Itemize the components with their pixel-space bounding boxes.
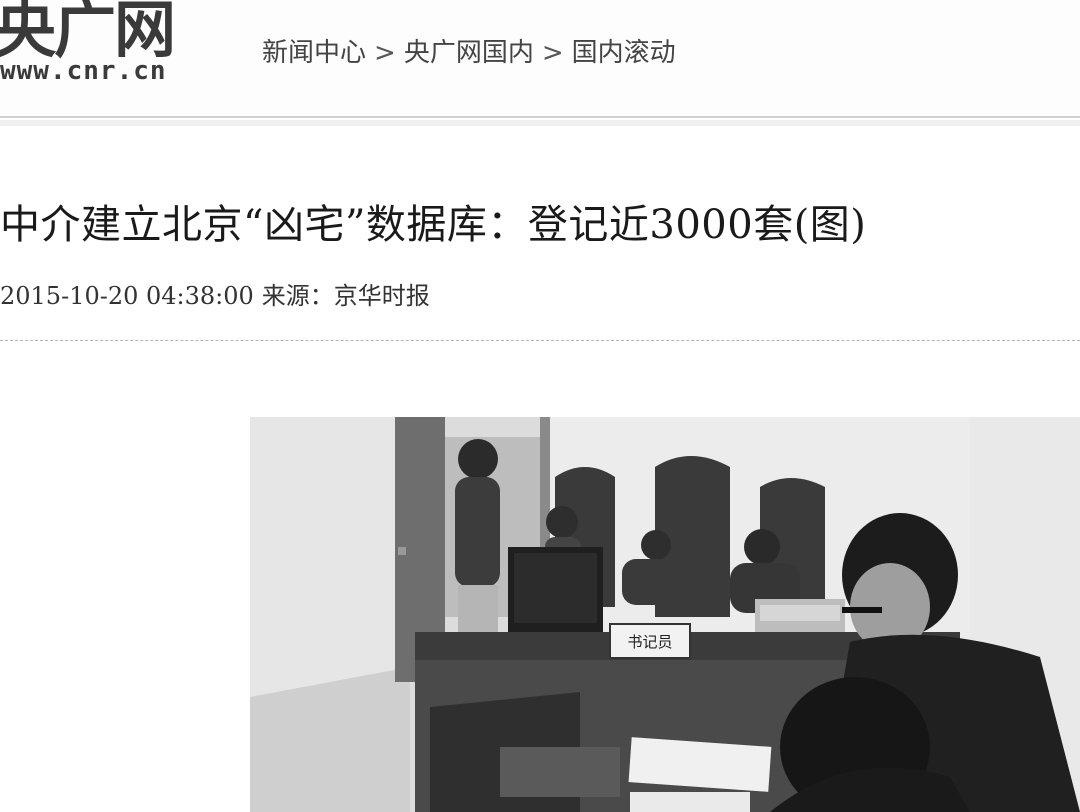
site-header: 央广网 www.cnr.cn 新闻中心 > 央广网国内 > 国内滚动 (0, 0, 1080, 118)
source-label: 来源： (261, 282, 334, 310)
page: 央广网 www.cnr.cn 新闻中心 > 央广网国内 > 国内滚动 中介建立北京“凶宅… (0, 0, 1080, 812)
article-meta: 2015-10-20 04:38:00 来源：京华时报 (0, 276, 430, 311)
breadcrumb-news-center[interactable]: 新闻中心 (262, 38, 366, 68)
breadcrumb: 新闻中心 > 央广网国内 > 国内滚动 (262, 32, 676, 69)
breadcrumb-separator: > (541, 38, 564, 68)
article-title: 中介建立北京“凶宅”数据库：登记近3000套(图) (0, 202, 867, 248)
logo-url: www.cnr.cn (0, 56, 167, 86)
article-source: 京华时报 (333, 282, 430, 310)
header-shadow-bar (0, 120, 1080, 126)
meta-divider (0, 340, 1080, 341)
breadcrumb-domestic-rolling[interactable]: 国内滚动 (572, 38, 676, 68)
article-datetime: 2015-10-20 04:38:00 (0, 282, 254, 310)
courtroom-photo: 书记员 (250, 417, 1080, 812)
article-photo: 书记员 (250, 417, 1080, 812)
breadcrumb-cnr-domestic[interactable]: 央广网国内 (404, 38, 534, 68)
breadcrumb-separator: > (374, 38, 396, 68)
clerk-nameplate: 书记员 (627, 633, 672, 651)
site-logo[interactable]: 央广网 www.cnr.cn (0, 0, 224, 94)
